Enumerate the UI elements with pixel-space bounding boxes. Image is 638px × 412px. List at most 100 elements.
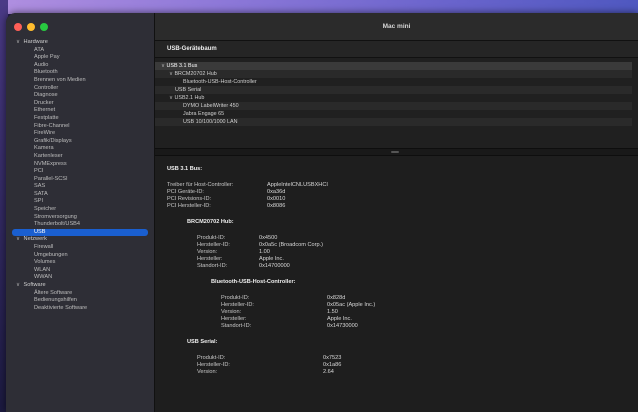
property-value: 1.00 <box>259 249 270 255</box>
property-key: Standort-ID: <box>221 323 252 329</box>
property-row: Hersteller-ID: 0x05ac (Apple Inc.) <box>221 302 626 309</box>
sidebar-item[interactable]: Parallel-SCSI <box>6 176 154 184</box>
sidebar-item[interactable]: Ethernet <box>6 107 154 115</box>
property-row: PCI Geräte-ID: 0xa36d <box>167 189 626 196</box>
property-row: Standort-ID: 0x14730000 <box>221 323 626 330</box>
minimize-button[interactable] <box>27 23 35 31</box>
sidebar-item[interactable]: Grafik/Displays <box>6 138 154 146</box>
property-value: Apple Inc. <box>327 316 352 322</box>
sidebar-item[interactable]: Firewall <box>6 244 154 252</box>
bt-title: Bluetooth-USB-Host-Controller: <box>211 279 296 285</box>
property-value: 0x4500 <box>259 235 278 241</box>
sidebar-item[interactable]: USB <box>12 228 148 237</box>
sidebar-item[interactable]: Deaktivierte Software <box>6 305 154 313</box>
sidebar-item[interactable]: ATA <box>6 47 154 55</box>
usb-device-label: USB2.1 Hub <box>174 95 205 101</box>
property-row: Version: 1.50 <box>221 309 626 316</box>
pane-splitter[interactable] <box>155 148 638 156</box>
usb-tree-row[interactable]: ∨ BRCM20702 Hub <box>155 70 632 78</box>
sidebar-item[interactable]: SPI <box>6 198 154 206</box>
property-row: Standort-ID: 0x14700000 <box>197 263 626 270</box>
usb-tree-row[interactable]: USB Serial <box>155 86 632 94</box>
usb-tree-row[interactable]: Bluetooth-USB-Host-Controller <box>155 78 632 86</box>
usb-device-label: USB 3.1 Bus <box>166 63 198 69</box>
sidebar-tree: ∨ Hardware ATA Apple Pay Audio Bluetooth Bren… <box>6 39 154 312</box>
usb-tree-row[interactable]: DYMO LabelWriter 450 <box>155 102 632 110</box>
sidebar-item[interactable]: SAS <box>6 183 154 191</box>
sidebar-item[interactable]: Speicher <box>6 206 154 214</box>
usb-device-label: BRCM20702 Hub <box>174 71 217 77</box>
property-row: Treiber für Host-Controller: AppleIntelCN… <box>167 182 626 189</box>
property-row: Hersteller: Apple Inc. <box>221 316 626 323</box>
sidebar-item[interactable]: Thunderbolt/USB4 <box>6 221 154 229</box>
sidebar-item[interactable]: Festplatte <box>6 115 154 123</box>
serial-title: USB Serial: <box>187 339 218 345</box>
hub-section: BRCM20702 Hub: Produkt-ID: 0x4500 Herstell… <box>187 219 626 270</box>
property-value: 0x1a86 <box>323 362 342 368</box>
property-key: Treiber für Host-Controller: <box>167 182 234 188</box>
property-key: PCI Hersteller-ID: <box>167 203 211 209</box>
close-button[interactable] <box>14 23 22 31</box>
sidebar-item[interactable]: SATA <box>6 191 154 199</box>
sidebar-item[interactable]: Volumes <box>6 259 154 267</box>
property-value: 0x0010 <box>267 196 286 202</box>
sidebar-item[interactable]: NVMExpress <box>6 161 154 169</box>
property-key: Hersteller: <box>221 316 247 322</box>
sidebar-item[interactable]: WWAN <box>6 274 154 282</box>
bt-properties: Produkt-ID: 0x828d Hersteller-ID: 0x05ac (A… <box>221 295 626 330</box>
usb-tree-row[interactable]: ∨ USB 3.1 Bus <box>155 62 632 70</box>
sidebar: ∨ Hardware ATA Apple Pay Audio Bluetooth Bren… <box>6 13 155 412</box>
sidebar-item[interactable]: PCI <box>6 168 154 176</box>
system-information-window: ∨ Hardware ATA Apple Pay Audio Bluetooth Bren… <box>6 13 638 412</box>
sidebar-item[interactable]: Apple Pay <box>6 54 154 62</box>
property-key: Version: <box>197 369 218 375</box>
sidebar-item[interactable]: Stromversorgung <box>6 214 154 222</box>
zoom-button[interactable] <box>40 23 48 31</box>
property-row: Hersteller-ID: 0x0a5c (Broadcom Corp.) <box>197 242 626 249</box>
sidebar-item[interactable]: Drucker <box>6 100 154 108</box>
sidebar-item[interactable]: Bluetooth <box>6 69 154 77</box>
property-value: 0x8086 <box>267 203 286 209</box>
property-row: Hersteller-ID: 0x1a86 <box>197 362 626 369</box>
property-key: PCI Geräte-ID: <box>167 189 204 195</box>
sidebar-item[interactable]: WLAN <box>6 267 154 275</box>
property-row: Version: 1.00 <box>197 249 626 256</box>
property-key: Version: <box>221 309 242 315</box>
property-row: PCI Hersteller-ID: 0x8086 <box>167 203 626 210</box>
usb-tree-row[interactable]: ∨ USB2.1 Hub <box>155 94 632 102</box>
usb-device-label: USB 10/100/1000 LAN <box>183 119 238 125</box>
main-pane: Mac mini USB-Gerätebaum ∨ USB 3.1 Bus ∨ B… <box>155 13 638 412</box>
sidebar-item[interactable]: Controller <box>6 85 154 93</box>
property-row: Produkt-ID: 0x828d <box>221 295 626 302</box>
usb-device-label: USB Serial <box>175 87 202 93</box>
sidebar-item[interactable]: Umgebungen <box>6 252 154 260</box>
property-key: Standort-ID: <box>197 263 228 269</box>
window-title: Mac mini <box>155 13 638 41</box>
sidebar-item[interactable]: Kamera <box>6 145 154 153</box>
serial-section: USB Serial: Produkt-ID: 0x7523 Hersteller-… <box>187 339 626 376</box>
usb-tree-row[interactable]: Jabra Engage 65 <box>155 110 632 118</box>
sidebar-section-software[interactable]: ∨ Software <box>6 282 154 290</box>
sidebar-item[interactable]: Ältere Software <box>6 290 154 298</box>
property-row: PCI Revisions-ID: 0x0010 <box>167 196 626 203</box>
sidebar-item[interactable]: Fibre-Channel <box>6 123 154 131</box>
property-key: PCI Revisions-ID: <box>167 196 212 202</box>
sidebar-item[interactable]: Brennen von Medien <box>6 77 154 85</box>
sidebar-item[interactable]: FireWire <box>6 130 154 138</box>
property-value: 0x14730000 <box>327 323 358 329</box>
usb-device-label: Bluetooth-USB-Host-Controller <box>183 79 257 85</box>
property-key: Produkt-ID: <box>197 235 226 241</box>
serial-properties: Produkt-ID: 0x7523 Hersteller-ID: 0x1a86 Ver… <box>197 355 626 376</box>
sidebar-item[interactable]: Kartenleser <box>6 153 154 161</box>
property-key: Hersteller-ID: <box>197 362 230 368</box>
sidebar-item[interactable]: Bedienungshilfen <box>6 297 154 305</box>
sidebar-item[interactable]: Diagnose <box>6 92 154 100</box>
sidebar-item[interactable]: Audio <box>6 62 154 70</box>
property-key: Version: <box>197 249 218 255</box>
usb-device-label: Jabra Engage 65 <box>183 111 225 117</box>
property-value: AppleIntelCNLUSBXHCI <box>267 182 328 188</box>
sidebar-section-netzwerk[interactable]: ∨ Netzwerk <box>6 236 154 244</box>
property-row: Produkt-ID: 0x7523 <box>197 355 626 362</box>
sidebar-section-hardware[interactable]: ∨ Hardware <box>6 39 154 47</box>
usb-tree-row[interactable]: USB 10/100/1000 LAN <box>155 118 632 126</box>
